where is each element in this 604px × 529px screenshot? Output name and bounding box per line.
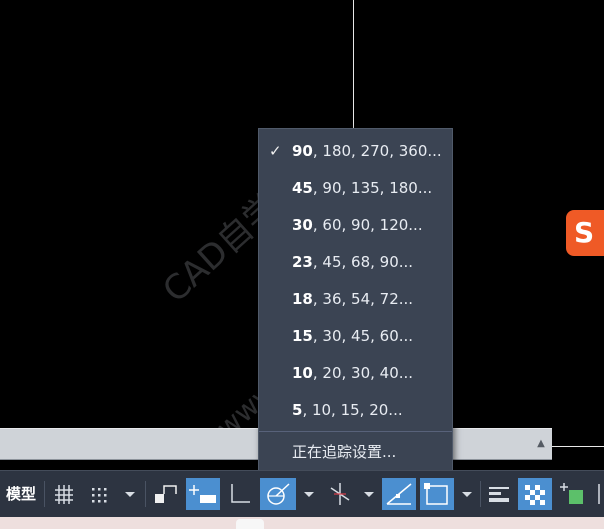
taskbar-tab[interactable] — [236, 519, 264, 529]
menu-item-label: 30, 60, 90, 120... — [292, 216, 423, 234]
dynamic-input-icon — [189, 485, 216, 503]
taskbar-strip — [0, 517, 604, 529]
status-separator — [145, 481, 146, 507]
annotation-scale-button[interactable] — [594, 478, 604, 510]
transparency-icon — [525, 485, 545, 505]
isometric-dropdown[interactable] — [358, 478, 380, 510]
snap-button[interactable] — [84, 478, 114, 510]
menu-item-23[interactable]: 23, 45, 68, 90... — [259, 244, 452, 281]
selection-cycling-button[interactable] — [556, 478, 590, 510]
dynamic-input-button[interactable] — [186, 478, 220, 510]
selection-cycling-icon — [560, 483, 583, 504]
polar-tracking-button[interactable] — [260, 478, 296, 510]
menu-item-18[interactable]: 18, 36, 54, 72... — [259, 281, 452, 318]
menu-item-label: 18, 36, 54, 72... — [292, 290, 414, 308]
isometric-icon — [330, 483, 350, 505]
chevron-down-icon — [304, 492, 314, 497]
menu-item-15[interactable]: 15, 30, 45, 60... — [259, 318, 452, 355]
infer-constraints-icon — [155, 485, 177, 503]
lineweight-icon — [489, 487, 509, 502]
menu-item-label: 23, 45, 68, 90... — [292, 253, 414, 271]
menu-item-10[interactable]: 10, 20, 30, 40... — [259, 355, 452, 392]
object-snap-dropdown[interactable] — [456, 478, 478, 510]
annotation-scale-icon — [598, 484, 600, 504]
grid-icon — [55, 485, 73, 504]
snap-grid-icon — [92, 488, 107, 503]
isometric-drafting-button[interactable] — [324, 478, 356, 510]
menu-divider — [259, 431, 452, 432]
menu-item-label: 90, 180, 270, 360... — [292, 142, 442, 160]
ortho-button[interactable] — [224, 478, 256, 510]
model-space-button[interactable]: 模型 — [0, 478, 42, 510]
sogou-ime-badge-icon[interactable]: S — [566, 210, 604, 256]
crosshair-horizontal-line — [552, 446, 604, 447]
menu-item-45[interactable]: 45, 90, 135, 180... — [259, 170, 452, 207]
crosshair-vertical-line — [353, 0, 354, 128]
menu-item-label: 10, 20, 30, 40... — [292, 364, 414, 382]
chevron-down-icon — [462, 492, 472, 497]
polar-tracking-icon — [267, 483, 290, 505]
object-snap-tracking-icon — [386, 483, 412, 505]
autocad-window: CAD自学网 www.cadzxw.com S ▲ ✓ 90, 180, 270… — [0, 0, 604, 529]
scroll-up-arrow-icon[interactable]: ▲ — [534, 437, 548, 451]
tracking-settings-item[interactable]: 正在追踪设置... — [259, 434, 452, 471]
chevron-down-icon — [125, 492, 135, 497]
object-snap-tracking-button[interactable] — [382, 478, 416, 510]
object-snap-button[interactable] — [420, 478, 454, 510]
status-bar: 模型 — [0, 470, 604, 517]
transparency-button[interactable] — [518, 478, 552, 510]
menu-item-90[interactable]: ✓ 90, 180, 270, 360... — [259, 133, 452, 170]
check-icon: ✓ — [269, 142, 282, 160]
polar-tracking-menu: ✓ 90, 180, 270, 360... 45, 90, 135, 180.… — [258, 128, 453, 471]
grid-button[interactable] — [49, 478, 79, 510]
menu-item-label: 45, 90, 135, 180... — [292, 179, 433, 197]
lineweight-button[interactable] — [484, 478, 514, 510]
snap-mode-dropdown[interactable] — [119, 478, 141, 510]
status-separator — [480, 481, 481, 507]
menu-item-label: 15, 30, 45, 60... — [292, 327, 414, 345]
chevron-down-icon — [364, 492, 374, 497]
infer-constraints-button[interactable] — [150, 478, 182, 510]
tracking-settings-label: 正在追踪设置... — [292, 443, 397, 461]
polar-tracking-dropdown[interactable] — [298, 478, 320, 510]
menu-item-30[interactable]: 30, 60, 90, 120... — [259, 207, 452, 244]
menu-item-5[interactable]: 5, 10, 15, 20... — [259, 392, 452, 429]
object-snap-icon — [424, 483, 448, 505]
status-separator — [44, 481, 45, 507]
menu-item-label: 5, 10, 15, 20... — [292, 401, 403, 419]
ortho-icon — [231, 484, 250, 503]
